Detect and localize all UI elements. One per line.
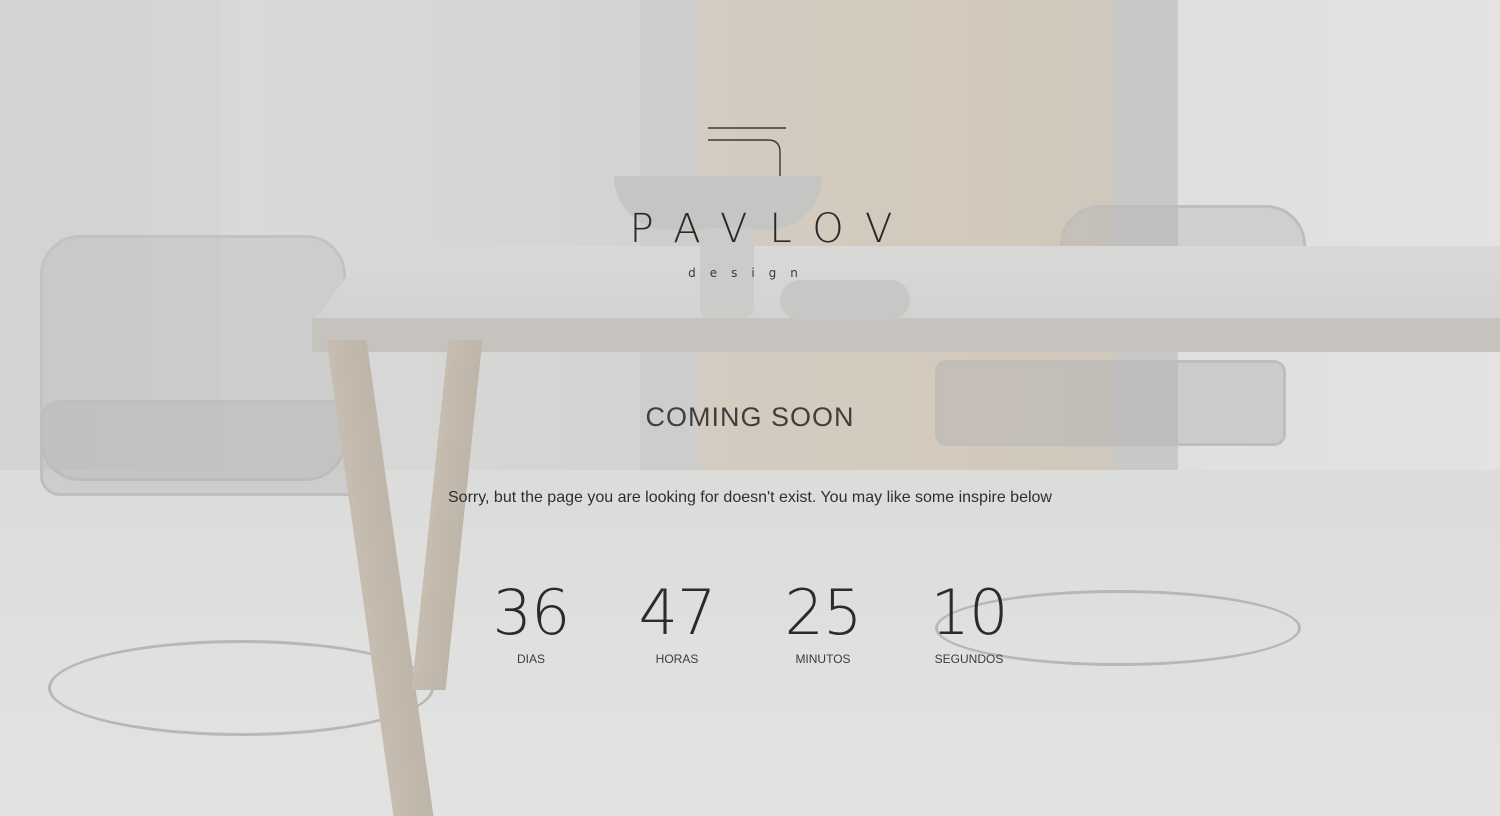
brand-logo: PAVLOV design	[560, 120, 940, 290]
countdown-seconds: 10 SEGUNDOS	[928, 576, 1010, 667]
countdown-days: 36 DIAS	[490, 576, 572, 667]
countdown-timer: 36 DIAS 47 HORAS 25 MINUTOS 10 SEGUNDOS	[0, 576, 1500, 667]
countdown-days-label: DIAS	[516, 652, 545, 666]
countdown-hours-value: 47	[638, 576, 717, 649]
countdown-days-value: 36	[492, 576, 571, 649]
countdown-minutes: 25 MINUTOS	[782, 576, 864, 667]
page-message: Sorry, but the page you are looking for …	[448, 489, 1052, 506]
coming-soon-page: PAVLOV design COMING SOON Sorry, but the…	[0, 0, 1500, 816]
pavlov-logo-mark-icon	[708, 127, 786, 176]
page-title: COMING SOON	[645, 402, 855, 432]
countdown-seconds-value: 10	[930, 576, 1009, 649]
content-layer: PAVLOV design COMING SOON Sorry, but the…	[0, 0, 1500, 816]
countdown-seconds-label: SEGUNDOS	[934, 652, 1004, 666]
countdown-hours: 47 HORAS	[636, 576, 718, 667]
countdown-minutes-value: 25	[784, 576, 863, 649]
brand-name: PAVLOV	[629, 206, 915, 252]
countdown-hours-label: HORAS	[655, 652, 699, 666]
countdown-minutes-label: MINUTOS	[795, 652, 851, 666]
brand-tagline: design	[688, 266, 812, 280]
